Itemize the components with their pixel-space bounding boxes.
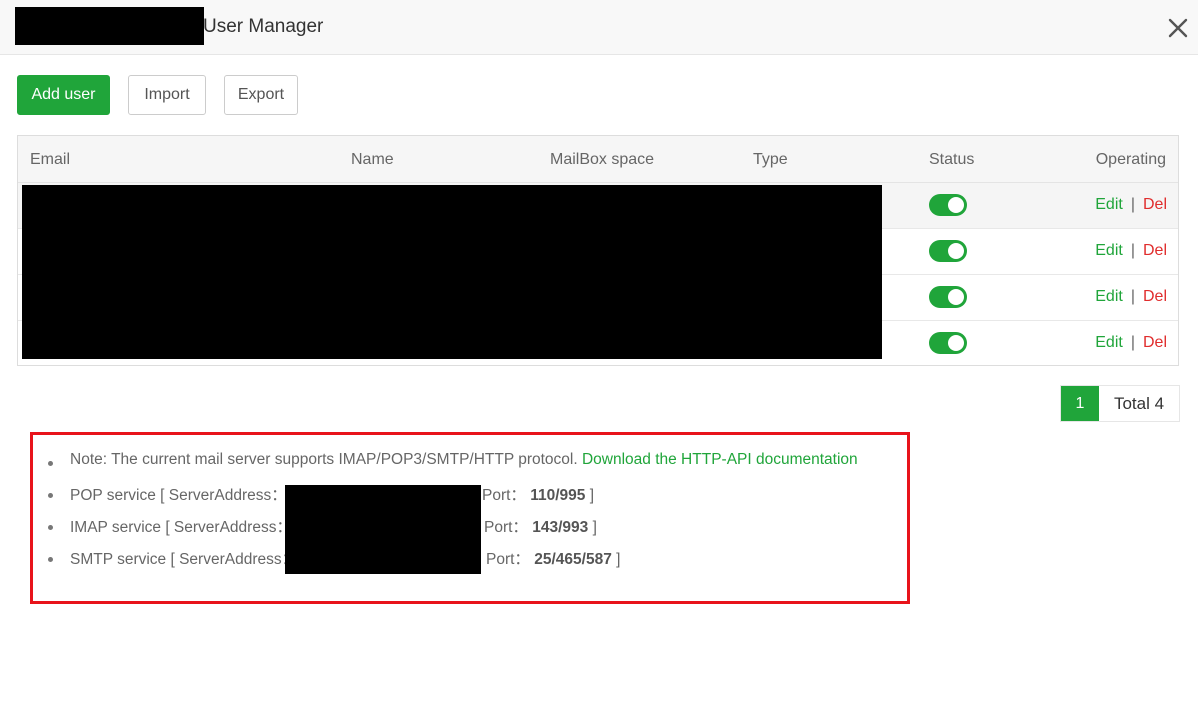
table-header: Email Name MailBox space Type Status Ope… xyxy=(18,136,1178,183)
column-type[interactable]: Type xyxy=(753,151,788,169)
smtp-port-info: Port： 25/465/587 ] xyxy=(486,547,620,569)
pop-service-end: ] xyxy=(585,487,595,504)
delete-link[interactable]: Del xyxy=(1143,288,1167,305)
title-bar: User Manager xyxy=(0,0,1198,55)
protocol-note: Note: The current mail server supports I… xyxy=(48,451,908,483)
column-name[interactable]: Name xyxy=(351,151,394,169)
imap-port-info: Port： 143/993 ] xyxy=(484,515,597,537)
edit-link[interactable]: Edit xyxy=(1095,242,1123,259)
column-email[interactable]: Email xyxy=(30,151,70,169)
row-operations: Edit | Del xyxy=(1095,288,1167,306)
status-toggle[interactable] xyxy=(929,194,967,216)
add-user-button[interactable]: Add user xyxy=(17,75,110,115)
smtp-port-label: Port： xyxy=(486,551,530,568)
page-1-button[interactable]: 1 xyxy=(1061,386,1099,421)
toggle-knob xyxy=(948,243,964,259)
smtp-port-value: 25/465/587 xyxy=(534,551,612,568)
imap-service-end: ] xyxy=(588,519,597,536)
imap-service-label: IMAP service [ ServerAddress： xyxy=(70,519,292,536)
status-toggle[interactable] xyxy=(929,240,967,262)
toggle-knob xyxy=(948,197,964,213)
pop-port-value: 110/995 xyxy=(530,487,586,504)
close-button[interactable] xyxy=(1166,16,1190,40)
smtp-service-label: SMTP service [ ServerAddress： xyxy=(70,551,298,568)
http-api-doc-link[interactable]: Download the HTTP-API documentation xyxy=(582,451,858,468)
pagination: 1 Total 4 xyxy=(1060,385,1180,422)
close-icon xyxy=(1168,18,1188,38)
toggle-knob xyxy=(948,335,964,351)
status-toggle[interactable] xyxy=(929,286,967,308)
dialog-title: User Manager xyxy=(203,16,324,37)
edit-link[interactable]: Edit xyxy=(1095,196,1123,213)
pop-port-info: Port： 110/995 ] xyxy=(482,483,594,505)
operation-separator: | xyxy=(1130,196,1135,213)
total-count: Total 4 xyxy=(1113,393,1165,413)
delete-link[interactable]: Del xyxy=(1143,242,1167,259)
row-operations: Edit | Del xyxy=(1095,196,1167,214)
operation-separator: | xyxy=(1130,242,1135,259)
column-mailbox-space[interactable]: MailBox space xyxy=(550,151,654,169)
imap-port-label: Port： xyxy=(484,519,528,536)
export-button[interactable]: Export xyxy=(224,75,298,115)
edit-link[interactable]: Edit xyxy=(1095,334,1123,351)
redacted-user-data xyxy=(22,185,882,359)
protocol-note-text: Note: The current mail server supports I… xyxy=(70,451,582,468)
operation-separator: | xyxy=(1130,334,1135,351)
delete-link[interactable]: Del xyxy=(1143,196,1167,213)
column-status[interactable]: Status xyxy=(929,151,974,169)
pop-service-label: POP service [ ServerAddress： xyxy=(70,487,287,504)
redacted-title-prefix xyxy=(15,7,204,45)
imap-port-value: 143/993 xyxy=(532,519,589,536)
redacted-server-address xyxy=(285,485,481,574)
delete-link[interactable]: Del xyxy=(1143,334,1167,351)
row-operations: Edit | Del xyxy=(1095,242,1167,260)
edit-link[interactable]: Edit xyxy=(1095,288,1123,305)
operation-separator: | xyxy=(1130,288,1135,305)
pop-port-label: Port： xyxy=(482,487,526,504)
status-toggle[interactable] xyxy=(929,332,967,354)
smtp-service-end: ] xyxy=(611,551,621,568)
row-operations: Edit | Del xyxy=(1095,334,1167,352)
import-button[interactable]: Import xyxy=(128,75,206,115)
column-operating: Operating xyxy=(1095,151,1166,168)
toggle-knob xyxy=(948,289,964,305)
